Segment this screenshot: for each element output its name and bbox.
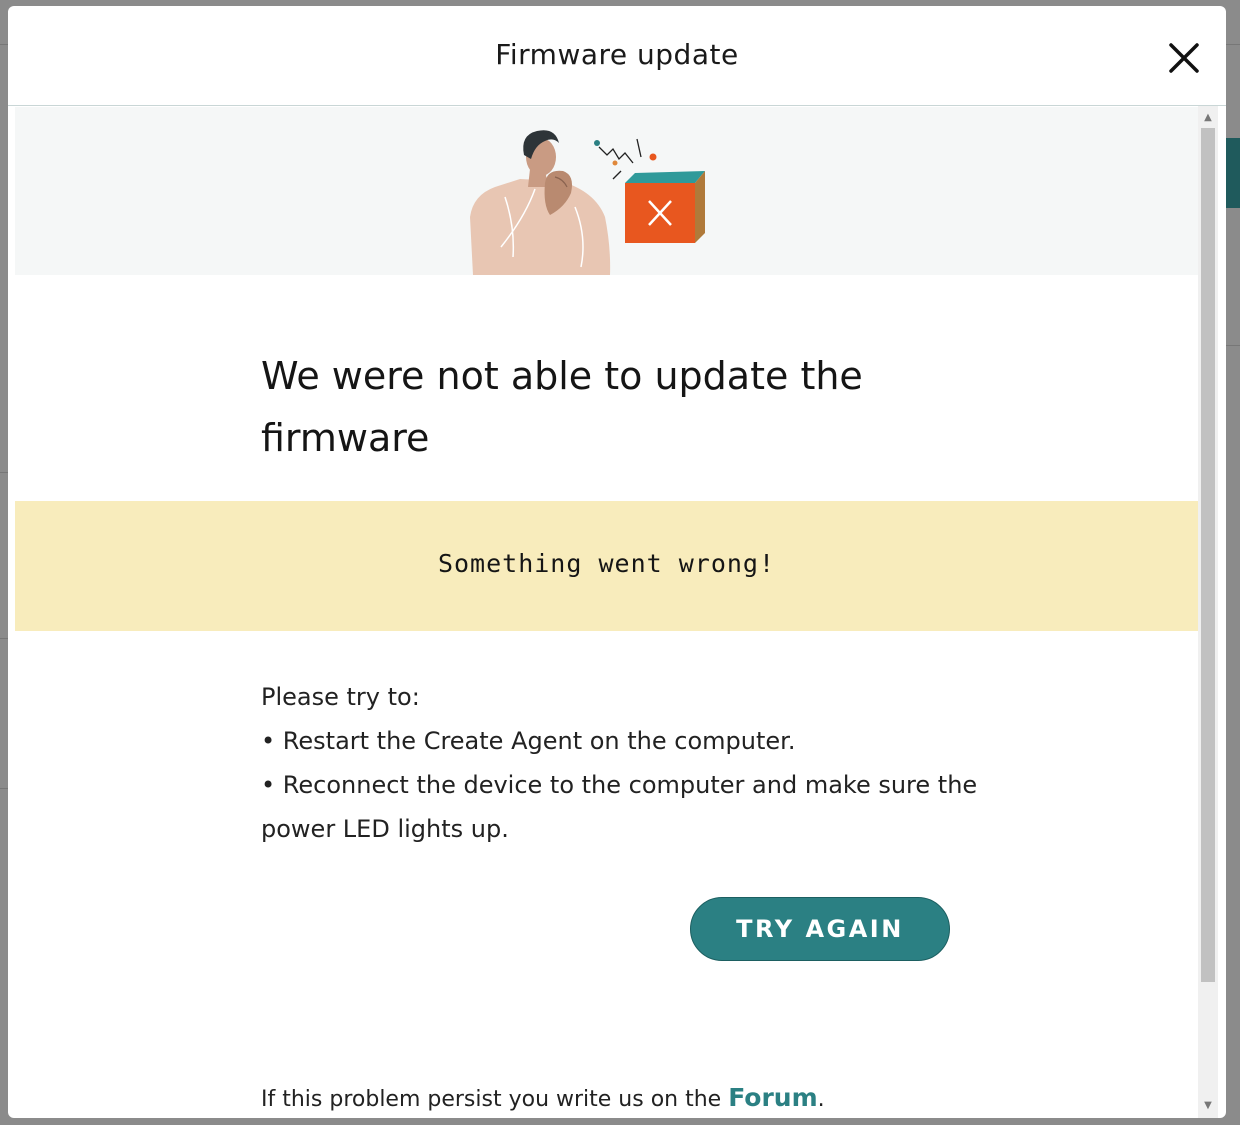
background-divider xyxy=(1226,345,1240,346)
dialog-scrollbar[interactable]: ▲ ▼ xyxy=(1198,106,1218,1118)
close-icon xyxy=(1169,43,1199,73)
dialog-header: Firmware update xyxy=(8,6,1226,106)
background-divider xyxy=(0,638,8,639)
scroll-up-arrow-icon[interactable]: ▲ xyxy=(1198,110,1218,126)
error-alert-text: Something went wrong! xyxy=(437,549,776,578)
troubleshooting-instructions: Please try to: • Restart the Create Agen… xyxy=(261,675,981,851)
confused-person-illustration xyxy=(470,130,705,275)
background-divider xyxy=(0,472,8,473)
dialog-body: We were not able to update the firmware … xyxy=(15,107,1198,1118)
scroll-down-arrow-icon[interactable]: ▼ xyxy=(1198,1098,1218,1114)
forum-help-text: If this problem persist you write us on … xyxy=(261,1087,729,1112)
try-again-button[interactable]: TRY AGAIN xyxy=(690,897,950,961)
error-alert-banner: Something went wrong! xyxy=(15,501,1198,631)
scrollbar-thumb[interactable] xyxy=(1201,128,1215,982)
firmware-update-dialog: Firmware update We were not able to upda… xyxy=(8,6,1226,1118)
instruction-item: • Restart the Create Agent on the comput… xyxy=(261,727,796,755)
dialog-title: Firmware update xyxy=(495,38,739,71)
instruction-item: • Reconnect the device to the computer a… xyxy=(261,771,978,843)
close-button[interactable] xyxy=(1166,40,1202,76)
hero-banner xyxy=(15,107,1198,275)
forum-link[interactable]: Forum xyxy=(728,1083,817,1112)
background-divider xyxy=(0,788,8,789)
background-teal-block xyxy=(1226,138,1240,208)
instructions-intro: Please try to: xyxy=(261,683,420,711)
forum-help-note: If this problem persist you write us on … xyxy=(261,1083,825,1112)
error-headline: We were not able to update the firmware xyxy=(261,354,863,460)
forum-help-period: . xyxy=(817,1087,825,1112)
